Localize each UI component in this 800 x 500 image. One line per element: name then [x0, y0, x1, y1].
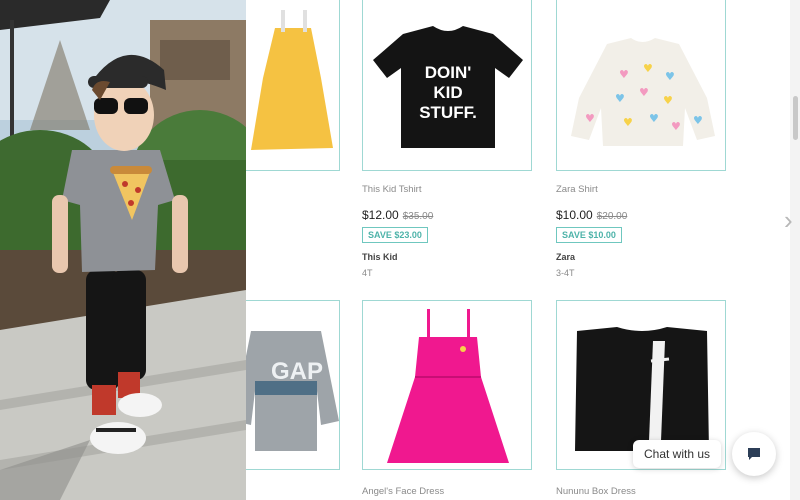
svg-text:♥: ♥ — [643, 62, 653, 75]
svg-text:GAP: GAP — [271, 358, 323, 385]
product-name[interactable]: Zara Shirt — [556, 184, 598, 195]
product-image-yellow-dress[interactable] — [246, 0, 340, 171]
svg-text:♥: ♥ — [665, 70, 675, 83]
lifestyle-photo — [0, 0, 246, 500]
product-brand: This Kid — [362, 252, 398, 262]
product-name[interactable]: Nununu Box Dress — [556, 486, 636, 497]
svg-text:♥: ♥ — [671, 120, 681, 133]
product-image-tshirt[interactable]: DOIN' KID STUFF. — [362, 0, 532, 171]
product-size: 3-4T — [556, 268, 575, 278]
original-price: $35.00 — [402, 211, 434, 222]
svg-text:♥: ♥ — [663, 94, 673, 107]
product-name[interactable]: Angel's Face Dress — [362, 486, 444, 497]
product-price: $10.00 $20.00 — [556, 208, 627, 222]
chat-button[interactable] — [732, 432, 776, 476]
chat-bubble-icon — [748, 448, 760, 460]
svg-text:♥: ♥ — [619, 68, 629, 81]
chat-with-us-label[interactable]: Chat with us — [633, 440, 722, 468]
tee-text-line: STUFF. — [419, 103, 477, 122]
savings-badge: SAVE $23.00 — [362, 227, 428, 243]
sale-price: $10.00 — [556, 208, 593, 222]
tee-text-line: DOIN' — [425, 63, 472, 82]
product-image-pink-dress[interactable] — [362, 300, 532, 470]
sale-price: $12.00 — [362, 208, 399, 222]
product-image-sweater[interactable]: GAP — [246, 300, 340, 470]
product-grid: DOIN' KID STUFF. This Kid Tshirt $12.00 $… — [246, 0, 790, 500]
svg-text:♥: ♥ — [639, 86, 649, 99]
original-price: $20.00 — [596, 211, 628, 222]
svg-text:♥: ♥ — [693, 114, 703, 127]
chevron-right-icon[interactable]: › — [784, 206, 800, 234]
product-name[interactable]: This Kid Tshirt — [362, 184, 421, 195]
product-price: $12.00 $35.00 — [362, 208, 433, 222]
svg-text:♥: ♥ — [615, 92, 625, 105]
product-size: 4T — [362, 268, 373, 278]
svg-text:♥: ♥ — [623, 116, 633, 129]
tee-text-line: KID — [433, 83, 462, 102]
scrollbar-track[interactable] — [790, 0, 800, 500]
product-brand: Zara — [556, 252, 576, 262]
scrollbar-thumb[interactable] — [793, 96, 798, 140]
svg-text:♥: ♥ — [649, 112, 659, 125]
product-image-hearts-shirt[interactable]: ♥ ♥ ♥ ♥ ♥ ♥ ♥ ♥ ♥ ♥ ♥ — [556, 0, 726, 171]
svg-text:♥: ♥ — [585, 112, 595, 125]
savings-badge: SAVE $10.00 — [556, 227, 622, 243]
